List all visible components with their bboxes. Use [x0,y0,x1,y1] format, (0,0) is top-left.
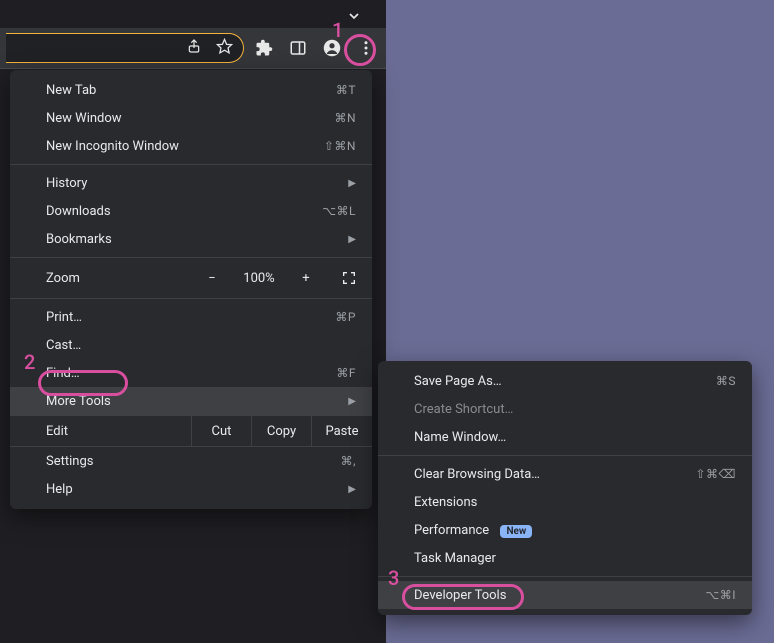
menu-shortcut: ⇧⌘N [324,139,356,153]
menu-label: Create Shortcut… [394,402,736,417]
menu-shortcut: ⌥⌘L [322,204,356,218]
submenu-item-developer-tools[interactable]: Developer Tools ⌥⌘I [378,581,752,609]
chrome-main-menu: New Tab ⌘T New Window ⌘N New Incognito W… [10,70,372,509]
more-tools-submenu: Save Page As… ⌘S Create Shortcut… Name W… [378,361,752,615]
zoom-label: Zoom [46,271,192,286]
menu-label: History [26,176,348,191]
menu-label: Print… [26,310,335,325]
menu-item-bookmarks[interactable]: Bookmarks ▶ [10,225,372,253]
submenu-arrow-icon: ▶ [348,484,356,495]
menu-label: Save Page As… [394,374,716,389]
zoom-in-button[interactable]: + [286,271,326,286]
new-badge: New [500,525,532,538]
address-bar[interactable] [6,33,244,63]
edit-cut-button[interactable]: Cut [192,416,252,446]
submenu-item-name-window[interactable]: Name Window… [378,423,752,451]
menu-separator [10,298,372,299]
menu-label: Find… [26,366,336,381]
menu-label: Developer Tools [394,588,705,603]
zoom-out-button[interactable]: − [192,271,232,286]
menu-item-more-tools[interactable]: More Tools ▶ [10,387,372,415]
submenu-item-save-page[interactable]: Save Page As… ⌘S [378,367,752,395]
menu-item-downloads[interactable]: Downloads ⌥⌘L [10,197,372,225]
submenu-item-extensions[interactable]: Extensions [378,488,752,516]
menu-item-new-window[interactable]: New Window ⌘N [10,104,372,132]
menu-item-zoom: Zoom − 100% + [10,262,372,294]
menu-separator [378,576,752,577]
edit-paste-button[interactable]: Paste [312,416,372,446]
menu-label: More Tools [26,394,348,409]
menu-label: Extensions [394,495,736,510]
edit-copy-button[interactable]: Copy [252,416,312,446]
tab-strip [0,0,386,28]
menu-label: Downloads [26,204,322,219]
sidepanel-icon[interactable] [284,34,312,62]
browser-toolbar [0,28,386,68]
menu-shortcut: ⌘, [341,454,356,468]
menu-label: New Incognito Window [26,139,324,154]
star-icon[interactable] [216,38,233,59]
menu-shortcut: ⌘T [336,83,356,97]
menu-item-find[interactable]: Find… ⌘F [10,359,372,387]
menu-separator [378,455,752,456]
menu-label: Bookmarks [26,232,348,247]
share-icon[interactable] [186,38,202,58]
submenu-item-performance[interactable]: Performance New [378,516,752,544]
menu-shortcut: ⇧⌘⌫ [695,467,736,481]
submenu-arrow-icon: ▶ [348,234,356,245]
menu-item-settings[interactable]: Settings ⌘, [10,447,372,475]
menu-label: Performance New [394,523,736,538]
tab-search-chevron-icon[interactable] [346,8,362,28]
submenu-item-clear-browsing[interactable]: Clear Browsing Data… ⇧⌘⌫ [378,460,752,488]
submenu-arrow-icon: ▶ [348,396,356,407]
submenu-item-task-manager[interactable]: Task Manager [378,544,752,572]
menu-separator [10,257,372,258]
menu-shortcut: ⌘N [334,111,356,125]
menu-label: New Tab [26,83,336,98]
submenu-arrow-icon: ▶ [348,178,356,189]
menu-item-new-incognito[interactable]: New Incognito Window ⇧⌘N [10,132,372,160]
menu-shortcut: ⌥⌘I [705,588,736,602]
menu-label: Settings [26,454,341,469]
zoom-value: 100% [232,271,286,286]
menu-label: Cast… [26,338,356,353]
menu-item-new-tab[interactable]: New Tab ⌘T [10,76,372,104]
menu-shortcut: ⌘F [336,366,356,380]
menu-shortcut: ⌘P [335,310,356,324]
profile-icon[interactable] [318,34,346,62]
menu-item-edit: Edit Cut Copy Paste [10,415,372,447]
menu-label: Help [26,482,348,497]
menu-text: Performance [414,523,489,538]
menu-shortcut: ⌘S [716,374,736,388]
menu-separator [10,164,372,165]
menu-item-history[interactable]: History ▶ [10,169,372,197]
menu-label: New Window [26,111,334,126]
extensions-icon[interactable] [250,34,278,62]
edit-label: Edit [10,416,192,446]
menu-label: Name Window… [394,430,736,445]
menu-item-cast[interactable]: Cast… [10,331,372,359]
submenu-item-create-shortcut: Create Shortcut… [378,395,752,423]
fullscreen-icon[interactable] [326,270,372,286]
menu-item-help[interactable]: Help ▶ [10,475,372,503]
menu-label: Task Manager [394,551,736,566]
menu-label: Clear Browsing Data… [394,467,695,482]
kebab-menu-icon[interactable] [352,34,380,62]
menu-item-print[interactable]: Print… ⌘P [10,303,372,331]
